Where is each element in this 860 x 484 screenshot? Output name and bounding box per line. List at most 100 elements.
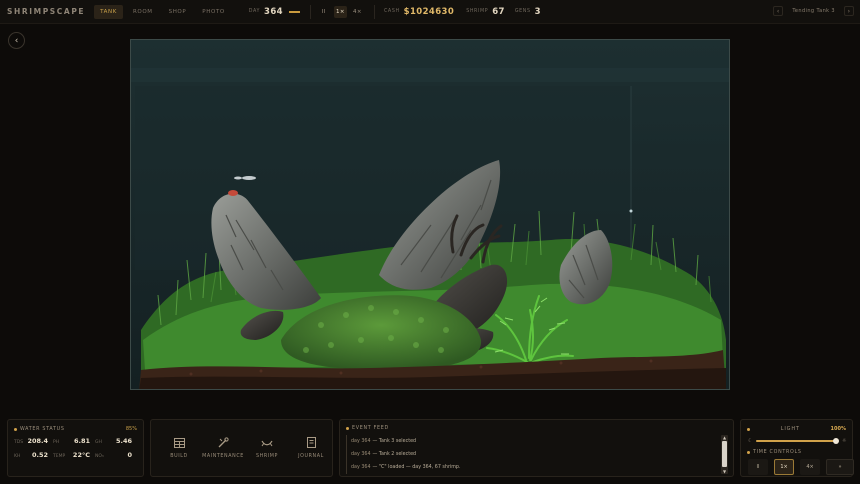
- status-dot-icon: [346, 427, 349, 430]
- speed-controls: II 1× 4×: [317, 5, 364, 18]
- next-tank-button[interactable]: ›: [844, 6, 854, 16]
- back-button[interactable]: ‹: [8, 32, 25, 49]
- maintenance-button[interactable]: MAINTENANCE: [201, 437, 245, 459]
- param-ph-value: 6.81: [73, 437, 90, 445]
- shrimp-stat: SHRIMP 67: [466, 7, 505, 17]
- light-time-panel: LIGHT 100% ☾ ☼ TIME CONTROLS II 1× 4× »: [740, 419, 854, 477]
- cash-label: CASH: [383, 9, 400, 14]
- water-status-panel: WATER STATUS 85% TDS 208.4 PH 6.81 GH 5.…: [7, 419, 144, 477]
- divider: [309, 4, 311, 19]
- gens-stat: GENS 3: [515, 7, 541, 17]
- tab-photo[interactable]: PHOTO: [196, 5, 230, 19]
- action-buttons: BUILD MAINTENANCE SHRIMP JOURNAL: [157, 437, 333, 459]
- tools-icon: [218, 437, 229, 448]
- build-button[interactable]: BUILD: [157, 437, 201, 459]
- feed-item-day: day 364: [351, 452, 371, 457]
- light-slider-track[interactable]: [756, 437, 839, 444]
- status-dot-icon: [747, 451, 750, 454]
- feed-item-day: day 364: [351, 465, 371, 470]
- speed-4x-button[interactable]: 4×: [351, 6, 364, 18]
- event-feed-title: EVENT FEED: [346, 426, 389, 431]
- journal-button[interactable]: JOURNAL: [289, 437, 333, 459]
- chevron-left-icon: ‹: [776, 7, 780, 15]
- journal-label: JOURNAL: [298, 454, 324, 459]
- feed-item: day 364— Tank 2 selected: [351, 448, 718, 461]
- tab-room[interactable]: ROOM: [127, 5, 159, 19]
- speed-4x-button[interactable]: 4×: [800, 459, 820, 475]
- scrollbar-thumb[interactable]: [722, 441, 727, 467]
- cash-value: $1024630: [403, 6, 455, 17]
- moon-icon: ☾: [748, 437, 753, 444]
- param-no3-label: NO₃: [95, 454, 104, 459]
- prev-tank-button[interactable]: ‹: [773, 6, 784, 16]
- event-feed-list: day 364— Tank 3 selected day 364— Tank 2…: [346, 435, 718, 474]
- time-controls: II 1× 4× »: [748, 459, 854, 475]
- light-slider[interactable]: ☾ ☼: [748, 437, 850, 444]
- tank-name: Tending Tank 3: [792, 8, 835, 14]
- scroll-up-icon[interactable]: ▲: [721, 435, 728, 440]
- sun-icon: ☼: [842, 437, 847, 444]
- build-label: BUILD: [170, 454, 188, 459]
- day-progress-bar: [288, 10, 300, 13]
- param-gh-value: 5.46: [115, 437, 132, 445]
- feed-item-text: — Tank 3 selected: [372, 439, 417, 444]
- feed-item-text: — "C" loaded — day 364, 67 shrimp.: [372, 465, 461, 470]
- feed-item-text: — Tank 2 selected: [372, 452, 417, 457]
- day-value: 364: [264, 6, 283, 17]
- shrimp-label: SHRIMP: [255, 454, 279, 459]
- day-counter: DAY 364: [249, 7, 300, 17]
- actions-panel: BUILD MAINTENANCE SHRIMP JOURNAL: [150, 419, 333, 477]
- tab-tank[interactable]: TANK: [94, 4, 123, 19]
- water-status-header: WATER STATUS 85%: [14, 426, 137, 432]
- light-slider-fill: [756, 439, 836, 442]
- event-feed-label: EVENT FEED: [352, 426, 389, 431]
- feed-item: day 364— "C" loaded — day 364, 67 shrimp…: [351, 461, 718, 474]
- light-label: LIGHT: [780, 426, 800, 432]
- shrimp-label: SHRIMP: [466, 9, 489, 14]
- pause-button[interactable]: II: [748, 459, 768, 475]
- chevron-right-icon: ›: [847, 7, 851, 15]
- light-slider-handle[interactable]: [833, 437, 839, 444]
- light-header: LIGHT 100%: [747, 426, 846, 432]
- water-status-label: WATER STATUS: [20, 426, 65, 432]
- param-tds-value: 208.4: [27, 437, 48, 445]
- top-bar: SHRIMPSCAPE TANK ROOM SHOP PHOTO DAY 364…: [0, 0, 860, 24]
- cash-stat: CASH $1024630: [384, 7, 454, 17]
- tank-selector: ‹ Tending Tank 3 ›: [773, 6, 854, 16]
- event-feed-scrollbar[interactable]: ▲ ▼: [721, 435, 728, 474]
- time-controls-label: TIME CONTROLS: [753, 450, 802, 455]
- shrimp-value: 67: [492, 6, 505, 17]
- param-kh-label: KH: [14, 454, 21, 459]
- aquarium-scene: [131, 40, 729, 389]
- chevron-left-icon: ‹: [14, 35, 19, 46]
- maintenance-label: MAINTENANCE: [202, 454, 244, 459]
- speed-1x-button[interactable]: 1×: [774, 459, 794, 475]
- divider: [373, 4, 375, 19]
- param-gh-label: GH: [95, 440, 102, 445]
- shrimp-icon: [261, 437, 273, 448]
- scroll-down-icon[interactable]: ▼: [721, 469, 728, 474]
- speed-1x-button[interactable]: 1×: [333, 5, 347, 18]
- water-params-grid: TDS 208.4 PH 6.81 GH 5.46 KH 0.52 TEMP 2…: [14, 437, 139, 459]
- shrimp-button[interactable]: SHRIMP: [245, 437, 289, 459]
- day-label: DAY: [248, 9, 261, 14]
- param-temp-label: TEMP: [53, 454, 66, 459]
- light-value: 100%: [830, 426, 846, 432]
- feed-item-day: day 364: [351, 439, 371, 444]
- nav-tabs: TANK ROOM SHOP PHOTO: [94, 4, 231, 19]
- brand-logo: SHRIMPSCAPE: [7, 7, 86, 16]
- status-dot-icon: [14, 427, 17, 431]
- gens-label: GENS: [514, 9, 531, 14]
- feed-item: day 364— Tank 3 selected: [351, 435, 718, 448]
- pause-button[interactable]: II: [317, 6, 330, 18]
- water-status-title: WATER STATUS: [14, 427, 65, 432]
- tab-shop[interactable]: SHOP: [163, 5, 193, 19]
- param-temp-value: 22°C: [72, 451, 90, 459]
- param-tds-label: TDS: [14, 440, 24, 445]
- time-controls-title: TIME CONTROLS: [747, 450, 802, 455]
- param-kh-value: 0.52: [31, 451, 48, 459]
- grid-icon: [173, 437, 185, 448]
- aquarium-tank-view[interactable]: [130, 39, 730, 390]
- skip-forward-button[interactable]: »: [826, 459, 854, 475]
- book-icon: [306, 437, 316, 448]
